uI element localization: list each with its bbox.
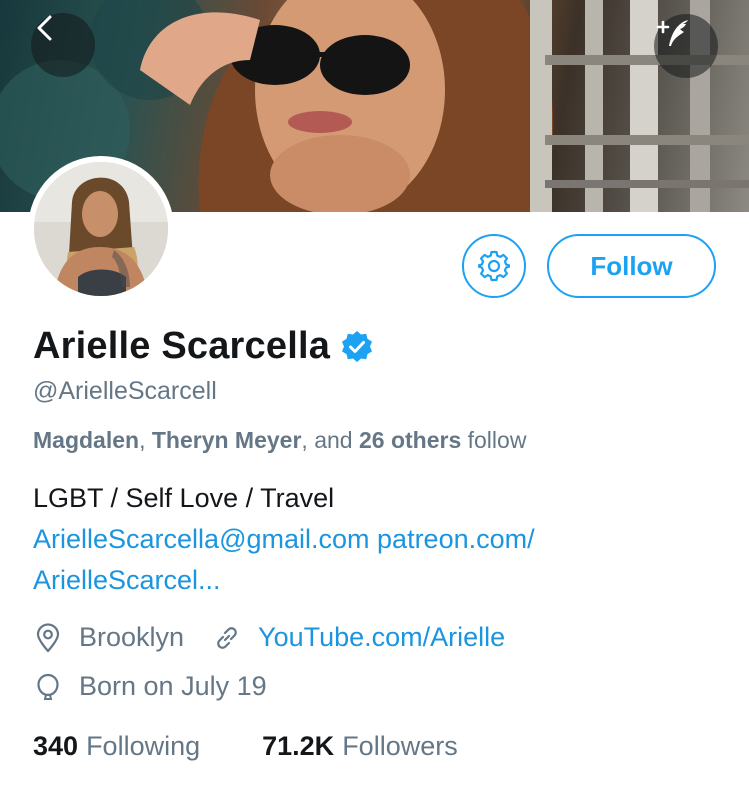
follower-suffix: follow (461, 427, 527, 453)
profile-handle: @ArielleScarcell (33, 377, 217, 405)
profile-birthday-row: Born on July 19 (33, 671, 267, 702)
profile-website-link[interactable]: YouTube.com/Arielle (258, 622, 505, 653)
bio-email-link[interactable]: ArielleScarcella@gmail.com (33, 524, 370, 554)
link-icon (217, 626, 237, 649)
follower-name-1: Magdalen (33, 427, 140, 453)
followers-stat[interactable]: 71.2K Followers (262, 731, 458, 762)
location-pin-icon (36, 622, 60, 652)
balloon-icon (37, 673, 59, 700)
profile-location: Brooklyn (79, 622, 185, 652)
avatar-photo (34, 162, 168, 296)
verified-badge-icon (342, 330, 373, 362)
followers-you-know[interactable]: Magdalen, Theryn Meyer, and 26 others fo… (33, 427, 526, 454)
follower-separator-2: , and (301, 427, 359, 453)
profile-meta-row: Brooklyn YouTube.com/Arielle (33, 622, 505, 653)
followers-count: 71.2K (262, 731, 335, 761)
profile-settings-button[interactable] (462, 234, 526, 298)
compose-tweet-button[interactable] (654, 14, 718, 78)
follower-name-2: Theryn Meyer (151, 427, 302, 453)
compose-tweet-icon (656, 20, 688, 46)
profile-name: Arielle Scarcella (33, 325, 331, 367)
follower-others: 26 others (358, 427, 462, 453)
bio-patreon-link-continued[interactable]: ArielleScarcel... (33, 565, 221, 595)
following-count: 340 (33, 731, 79, 761)
avatar[interactable] (28, 156, 174, 302)
following-stat[interactable]: 340 Following (33, 731, 200, 762)
following-label: Following (86, 731, 201, 761)
bio-text: LGBT / Self Love / Travel (33, 483, 335, 513)
back-button[interactable] (31, 13, 95, 77)
chevron-left-icon (37, 15, 52, 41)
profile-name-row: Arielle Scarcella (33, 325, 374, 368)
bio-patreon-link[interactable]: patreon.com/ (377, 524, 535, 554)
followers-label: Followers (342, 731, 458, 761)
follow-button[interactable]: Follow (547, 234, 716, 298)
profile-bio: LGBT / Self Love / Travel ArielleScarcel… (33, 478, 713, 601)
gear-icon (478, 250, 510, 282)
profile-birthday: Born on July 19 (79, 671, 267, 701)
profile-stats: 340 Following 71.2K Followers (33, 731, 458, 762)
follower-separator-1: , (139, 427, 152, 453)
